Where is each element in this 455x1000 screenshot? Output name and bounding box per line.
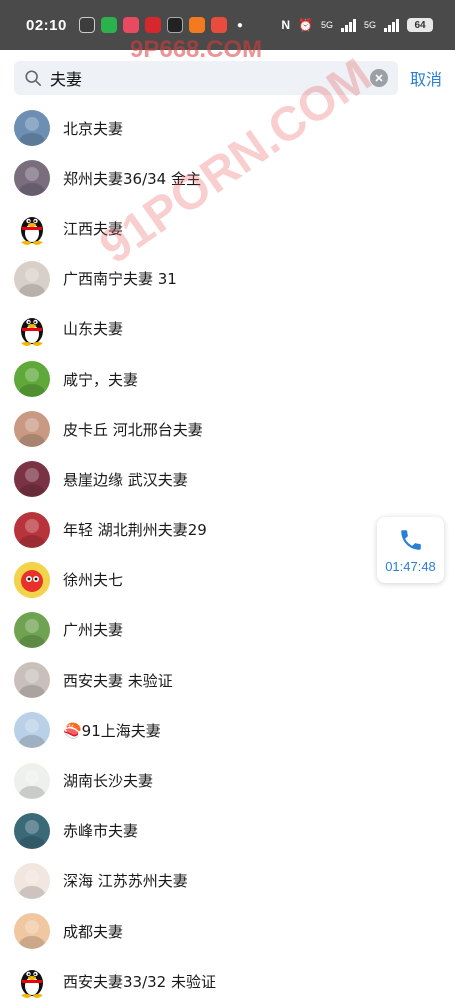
list-item-name: 郑州夫妻36/34 金主 (63, 169, 201, 188)
call-floating-widget[interactable]: 01:47:48 (377, 517, 444, 583)
list-item-name: 咸宁，夫妻 (63, 370, 139, 389)
search-box[interactable] (14, 61, 398, 95)
battery-icon: 64 (407, 18, 433, 32)
search-input[interactable] (50, 68, 370, 88)
avatar (14, 260, 50, 297)
search-bar: 取消 (0, 52, 455, 104)
list-item[interactable]: 郑州夫妻36/34 金主 (0, 153, 455, 203)
list-item[interactable]: 广州夫妻 (0, 605, 455, 655)
penguin-avatar-icon (14, 963, 50, 1000)
call-timer: 01:47:48 (385, 558, 436, 574)
list-item[interactable]: 江西夫妻 (0, 203, 455, 253)
notification-icons: ● (78, 17, 243, 33)
avatar (14, 662, 50, 699)
avatar (14, 712, 50, 749)
more-dot-icon: ● (236, 19, 243, 31)
bird-avatar-icon (14, 561, 50, 598)
list-item-name: 🍣91上海夫妻 (63, 721, 161, 740)
app-icon (144, 17, 161, 33)
penguin-avatar-icon (14, 210, 50, 247)
list-item[interactable]: 西安夫妻 未验证 (0, 655, 455, 705)
wechat-icon (78, 17, 95, 33)
nfc-icon: N (281, 18, 291, 32)
list-item-name: 徐州夫七 (63, 571, 124, 590)
app-icon (122, 17, 139, 33)
list-item-name: 赤峰市夫妻 (63, 822, 139, 841)
list-item-name: 山东夫妻 (63, 320, 124, 339)
list-item-name: 深海 江苏苏州夫妻 (63, 872, 188, 891)
list-item-name: 广西南宁夫妻 31 (63, 270, 177, 289)
search-icon (25, 70, 42, 87)
list-item-name: 成都夫妻 (63, 922, 124, 941)
penguin-avatar-icon (14, 310, 50, 347)
avatar (14, 511, 50, 548)
list-item[interactable]: 成都夫妻 (0, 906, 455, 956)
app-icon (100, 17, 117, 33)
app-icon (210, 17, 227, 33)
list-item-name: 皮卡丘 河北邢台夫妻 (63, 420, 203, 439)
phone-icon (400, 529, 421, 550)
network-label-2: 5G (363, 20, 376, 30)
list-item[interactable]: 悬崖边缘 武汉夫妻 (0, 454, 455, 504)
list-item[interactable]: 山东夫妻 (0, 304, 455, 354)
avatar (14, 361, 50, 398)
status-bar: 02:10 ● N ⏰ 5G 5G 64 (0, 0, 455, 50)
avatar (14, 160, 50, 197)
list-item[interactable]: 皮卡丘 河北邢台夫妻 (0, 404, 455, 454)
list-item-name: 江西夫妻 (63, 219, 124, 238)
list-item-name: 西安夫妻33/32 未验证 (63, 972, 216, 991)
avatar (14, 611, 50, 648)
list-item[interactable]: 赤峰市夫妻 (0, 806, 455, 856)
list-item-name: 广州夫妻 (63, 621, 124, 640)
network-label-1: 5G (320, 20, 333, 30)
cancel-button[interactable]: 取消 (410, 66, 442, 90)
list-item[interactable]: 深海 江苏苏州夫妻 (0, 856, 455, 906)
avatar (14, 110, 50, 147)
list-item-name: 年轻 湖北荆州夫妻29 (63, 521, 207, 540)
list-item[interactable]: 广西南宁夫妻 31 (0, 254, 455, 304)
clear-search-button[interactable] (370, 69, 388, 87)
app-icon (166, 17, 183, 33)
list-item-name: 湖南长沙夫妻 (63, 772, 154, 791)
list-item-name: 北京夫妻 (63, 119, 124, 138)
list-item-name: 悬崖边缘 武汉夫妻 (63, 470, 188, 489)
avatar (14, 461, 50, 498)
list-item-name: 西安夫妻 未验证 (63, 671, 173, 690)
list-item[interactable]: 北京夫妻 (0, 103, 455, 153)
list-item[interactable]: 湖南长沙夫妻 (0, 755, 455, 805)
list-item[interactable]: 咸宁，夫妻 (0, 354, 455, 404)
avatar (14, 913, 50, 950)
signal-icon (384, 18, 399, 32)
app-icon (188, 17, 205, 33)
status-right: N ⏰ 5G 5G 64 (281, 18, 433, 32)
avatar (14, 411, 50, 448)
close-icon (375, 74, 383, 82)
avatar (14, 862, 50, 899)
list-item[interactable]: 西安夫妻33/32 未验证 (0, 956, 455, 1000)
signal-icon (340, 18, 356, 32)
avatar (14, 762, 50, 799)
avatar (14, 812, 50, 849)
status-time: 02:10 (26, 16, 67, 34)
alarm-icon: ⏰ (298, 18, 313, 32)
list-item[interactable]: 🍣91上海夫妻 (0, 705, 455, 755)
